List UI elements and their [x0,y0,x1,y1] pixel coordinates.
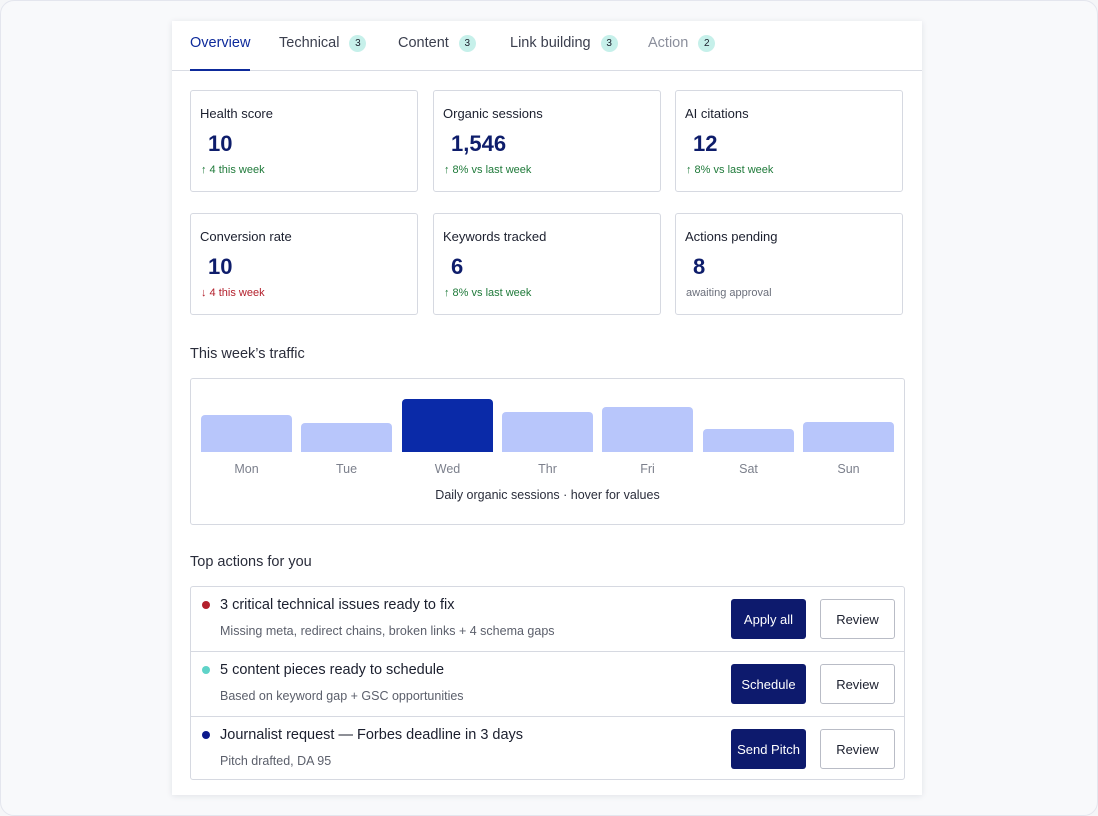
stat-label: Organic sessions [443,106,543,121]
action-title: Journalist request — Forbes deadline in … [220,727,524,743]
actions-section-title: Top actions for you [190,554,312,570]
day-label: Thr [538,462,557,476]
stat-delta: ↑ 4 this week [201,164,265,176]
action-item: 3 critical technical issues ready to fix… [191,587,904,652]
day-label: Mon [234,462,259,476]
dashboard-panel: Overview Technical 3 Content 3 Link buildi… [172,21,922,795]
stat-label: Actions pending [685,229,778,244]
bar-sun[interactable] [803,422,894,452]
stat-card-organic-sessions: Organic sessions 1,546 ↑ 8% vs last week [433,90,661,192]
stat-label: Keywords tracked [443,229,547,244]
stat-value: 10 [208,254,233,279]
action-title: 5 content pieces ready to schedule [220,662,445,678]
stat-card-keywords-tracked: Keywords tracked 6 ↑ 8% vs last week [433,213,661,315]
tab-link-building[interactable]: Link building 3 [510,21,618,70]
stat-delta: ↑ 8% vs last week [444,287,532,299]
apply-all-button[interactable]: Apply all [731,599,806,639]
tab-badge: 3 [349,35,367,52]
tab-badge: 2 [698,35,716,52]
stat-label: Conversion rate [200,229,292,244]
tab-label: Technical [279,35,340,51]
schedule-button[interactable]: Schedule [731,664,806,704]
day-label: Sat [739,462,758,476]
review-button[interactable]: Review [820,664,895,704]
day-label: Tue [335,462,358,476]
bar-tue[interactable] [301,423,392,452]
tab-technical[interactable]: Technical 3 [279,21,367,70]
tab-badge: 3 [600,35,618,52]
bar-sat[interactable] [703,429,794,452]
action-subtitle: Based on keyword gap + GSC opportunities [220,689,464,703]
day-label: Fri [640,462,655,476]
tab-badge: 3 [458,35,476,52]
stat-delta: ↓ 4 this week [201,287,265,299]
send-pitch-button[interactable]: Send Pitch [731,729,806,769]
tab-bar: Overview Technical 3 Content 3 Link buildi… [172,21,922,71]
day-label: Wed [434,462,461,476]
tab-action[interactable]: Action 2 [648,21,716,70]
tab-content[interactable]: Content 3 [398,21,476,70]
bar-thr[interactable] [502,412,593,452]
status-dot [202,666,210,674]
action-item: 5 content pieces ready to schedule Based… [191,652,904,717]
bar-wed[interactable] [402,399,493,452]
status-dot [202,601,210,609]
stat-label: Health score [200,106,273,121]
chart-caption: Daily organic sessions · hover for value… [435,488,660,502]
bar-fri[interactable] [602,407,693,452]
day-label: Sun [837,462,860,476]
review-button[interactable]: Review [820,599,895,639]
tab-label: Link building [510,35,591,51]
stat-delta: ↑ 8% vs last week [444,164,532,176]
traffic-chart: Daily organic sessions · hover for value… [190,378,905,525]
stat-value: 10 [208,131,233,156]
stat-value: 8 [693,254,706,279]
tab-label: Overview [190,35,251,51]
tab-label: Action [648,35,689,51]
bar-mon[interactable] [201,415,292,452]
stat-card-conversion-rate: Conversion rate 10 ↓ 4 this week [190,213,418,315]
status-dot [202,731,210,739]
action-title: 3 critical technical issues ready to fix [220,597,455,613]
stat-card-health-score: Health score 10 ↑ 4 this week [190,90,418,192]
actions-list: 3 critical technical issues ready to fix… [190,586,905,780]
stat-card-actions-pending: Actions pending 8 awaiting approval [675,213,903,315]
review-button[interactable]: Review [820,729,895,769]
stat-label: AI citations [685,106,749,121]
stat-delta: ↑ 8% vs last week [686,164,774,176]
tab-label: Content [398,35,449,51]
stat-value: 6 [451,254,464,279]
stat-card-ai-citations: AI citations 12 ↑ 8% vs last week [675,90,903,192]
stat-value: 12 [693,131,718,156]
action-subtitle: Missing meta, redirect chains, broken li… [220,624,555,638]
stat-value: 1,546 [451,131,507,156]
action-subtitle: Pitch drafted, DA 95 [220,754,332,768]
traffic-section-title: This week’s traffic [190,346,305,362]
action-item: Journalist request — Forbes deadline in … [191,717,904,781]
stat-delta: awaiting approval [686,287,772,299]
tab-overview[interactable]: Overview [190,21,251,71]
